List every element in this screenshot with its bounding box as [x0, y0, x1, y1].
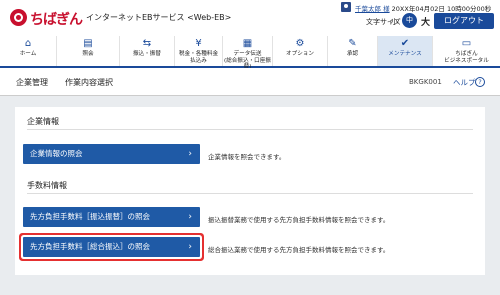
divider — [27, 193, 473, 194]
content-panel: 企業情報 企業情報の照会 › 企業情報を照会できます。 手数料情報 先方負担手数… — [15, 107, 485, 275]
chevron-right-icon: › — [188, 212, 192, 222]
login-time: 20XX年04月02日 10時00分00秒 — [391, 5, 492, 13]
transfer-icon: ⇆ — [142, 38, 152, 49]
nav-home[interactable]: ⌂ ホーム — [0, 36, 57, 66]
user-icon — [341, 2, 351, 12]
nav-label: メンテナンス — [388, 51, 422, 57]
nav-inquiry[interactable]: ▤ 照会 — [57, 36, 120, 66]
chevron-right-icon: › — [188, 149, 192, 159]
nav-data-transmission[interactable]: ▦ データ伝送 (総合振込・口座振替) — [223, 36, 273, 70]
fee-transfer-inquiry-button[interactable]: 先方負担手数料［振込振替］の照会 › — [23, 207, 200, 227]
nav-maintenance[interactable]: ✔ メンテナンス — [378, 36, 433, 66]
fee-general-transfer-description: 総合振込業務で使用する先方負担手数料情報を照会できます。 — [208, 246, 390, 254]
nav-label: 税金・各種料金 払込み — [178, 51, 219, 64]
global-nav: ⌂ ホーム ▤ 照会 ⇆ 振込・振替 ¥ 税金・各種料金 払込み ▦ データ伝送… — [0, 36, 500, 70]
fee-transfer-description: 振込振替業務で使用する先方負担手数料情報を照会できます。 — [208, 216, 390, 224]
help-link[interactable]: ヘルプ — [453, 77, 476, 88]
approval-icon: ✎ — [348, 38, 357, 49]
section-title-fee: 手数料情報 — [27, 181, 67, 190]
bank-logo-icon — [10, 9, 27, 26]
nav-business-portal[interactable]: ▭ ちばぎん ビジネスポータル — [433, 36, 500, 66]
yen-icon: ¥ — [195, 38, 202, 49]
company-info-description: 企業情報を照会できます。 — [208, 153, 286, 161]
user-info: 千葉太郎 様 20XX年04月02日 10時00分00秒 — [355, 3, 491, 13]
home-icon: ⌂ — [24, 38, 32, 49]
gear-icon: ⚙ — [295, 38, 305, 49]
font-size-medium-button[interactable]: 中 — [402, 13, 417, 28]
service-name: インターネットEBサービス <Web-EB> — [86, 13, 232, 22]
button-label: 企業情報の照会 — [30, 149, 83, 158]
divider — [27, 129, 473, 130]
font-size-large-button[interactable]: 大 — [421, 15, 430, 28]
nav-approval[interactable]: ✎ 承認 — [328, 36, 378, 66]
section-title-company: 企業情報 — [27, 117, 59, 126]
bank-logo-text: ちばぎん — [30, 12, 83, 28]
fee-general-transfer-inquiry-button[interactable]: 先方負担手数料［総合振込］の照会 › — [23, 237, 200, 257]
monitor-icon: ▭ — [461, 38, 472, 49]
page-title: 企業管理 — [16, 78, 48, 87]
data-icon: ▦ — [242, 38, 253, 49]
nav-label: オプション — [286, 51, 314, 57]
font-size-small-button[interactable]: 小 — [391, 17, 398, 27]
user-name-link[interactable]: 千葉太郎 様 — [355, 5, 390, 13]
nav-tax-payment[interactable]: ¥ 税金・各種料金 払込み — [175, 36, 223, 66]
button-label: 先方負担手数料［総合振込］の照会 — [30, 242, 150, 251]
check-icon: ✔ — [400, 38, 410, 49]
screen-id: BKGK001 — [409, 78, 442, 86]
nav-label: 振込・振替 — [133, 51, 161, 57]
button-label: 先方負担手数料［振込振替］の照会 — [30, 212, 150, 221]
page-header: 企業管理 作業内容選択 BKGK001 ヘルプ ? — [0, 68, 500, 96]
nav-label: 照会 — [82, 51, 94, 57]
company-info-inquiry-button[interactable]: 企業情報の照会 › — [23, 144, 200, 164]
help-icon[interactable]: ? — [475, 77, 485, 87]
nav-label: 承認 — [346, 51, 359, 57]
header: ちばぎん インターネットEBサービス <Web-EB> 千葉太郎 様 20XX年… — [0, 0, 500, 36]
chevron-right-icon: › — [188, 242, 192, 252]
page-subtitle: 作業内容選択 — [65, 78, 113, 87]
nav-label: ちばぎん ビジネスポータル — [444, 51, 489, 64]
logout-button[interactable]: ログアウト — [434, 13, 494, 29]
nav-transfer[interactable]: ⇆ 振込・振替 — [120, 36, 175, 66]
inquiry-icon: ▤ — [83, 38, 93, 49]
nav-option[interactable]: ⚙ オプション — [273, 36, 328, 66]
nav-label: ホーム — [19, 51, 37, 57]
